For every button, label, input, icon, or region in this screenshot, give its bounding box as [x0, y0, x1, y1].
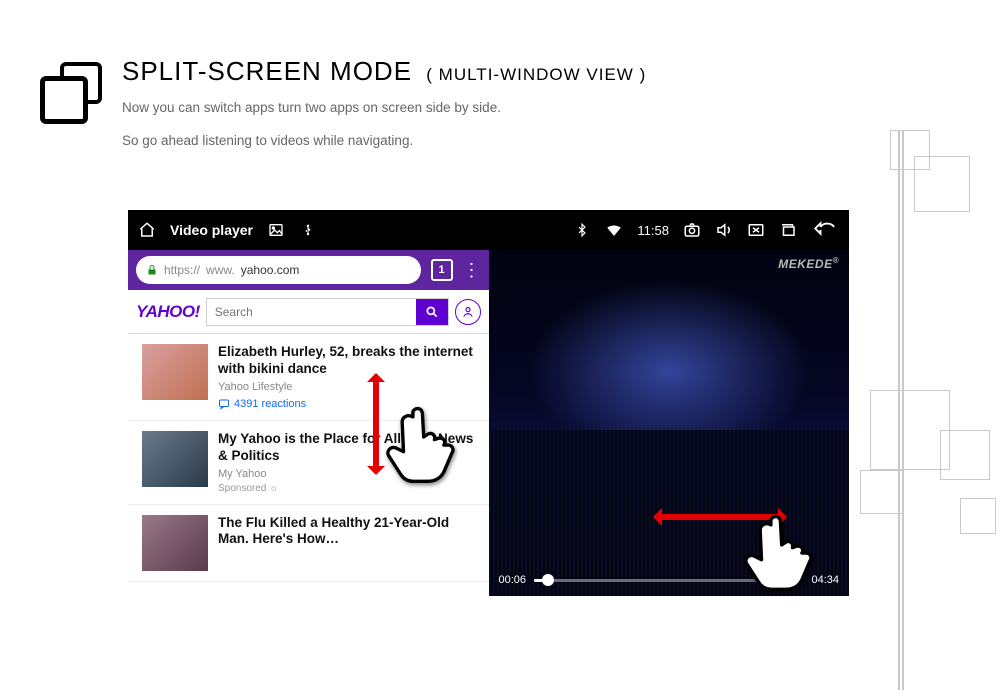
card-title: Elizabeth Hurley, 52, breaks the interne… [218, 344, 479, 378]
hand-pointer-icon [378, 398, 464, 484]
thumbnail [142, 344, 208, 400]
usb-icon[interactable] [299, 221, 317, 239]
url-input[interactable]: https://www.yahoo.com [136, 256, 421, 284]
sponsored-tag: Sponsored ☼ [218, 483, 479, 494]
yahoo-header: YAHOO! [128, 290, 489, 334]
camera-icon[interactable] [683, 221, 701, 239]
app-title: Video player [170, 222, 253, 238]
search-input[interactable] [207, 305, 416, 319]
thumbnail [142, 431, 208, 487]
recent-apps-icon[interactable] [779, 221, 797, 239]
browser-url-bar: https://www.yahoo.com 1 ⋮ [128, 250, 489, 290]
back-icon[interactable] [811, 221, 839, 239]
wifi-icon [605, 221, 623, 239]
feed-card[interactable]: The Flu Killed a Healthy 21-Year-Old Man… [128, 505, 489, 582]
time-elapsed: 00:06 [499, 574, 527, 586]
android-statusbar: Video player 11:58 [128, 210, 849, 250]
hand-pointer-icon [736, 506, 822, 592]
bluetooth-icon [573, 221, 591, 239]
comment-icon [218, 398, 230, 410]
search-button[interactable] [416, 299, 448, 325]
page-desc-1: Now you can switch apps turn two apps on… [122, 97, 646, 120]
device-screenshot: Video player 11:58 [128, 210, 849, 596]
close-app-icon[interactable] [747, 221, 765, 239]
watermark: MEKEDE® [778, 256, 839, 271]
page-desc-2: So go ahead listening to videos while na… [122, 130, 646, 153]
yahoo-search [206, 298, 449, 326]
search-icon [425, 305, 439, 319]
tab-count[interactable]: 1 [431, 259, 453, 281]
volume-icon[interactable] [715, 221, 733, 239]
picture-icon[interactable] [267, 221, 285, 239]
lock-icon [146, 264, 158, 276]
home-icon[interactable] [138, 221, 156, 239]
seek-thumb[interactable] [542, 574, 554, 586]
page-title: SPLIT-SCREEN MODE ( MULTI-WINDOW VIEW ) [122, 56, 646, 87]
card-source: Yahoo Lifestyle [218, 381, 479, 393]
profile-icon[interactable] [455, 299, 481, 325]
thumbnail [142, 515, 208, 571]
kebab-menu-icon[interactable]: ⋮ [463, 260, 481, 281]
yahoo-logo[interactable]: YAHOO! [136, 302, 200, 322]
card-title: The Flu Killed a Healthy 21-Year-Old Man… [218, 515, 479, 549]
clock: 11:58 [637, 223, 669, 238]
split-screen-icon [40, 62, 102, 124]
